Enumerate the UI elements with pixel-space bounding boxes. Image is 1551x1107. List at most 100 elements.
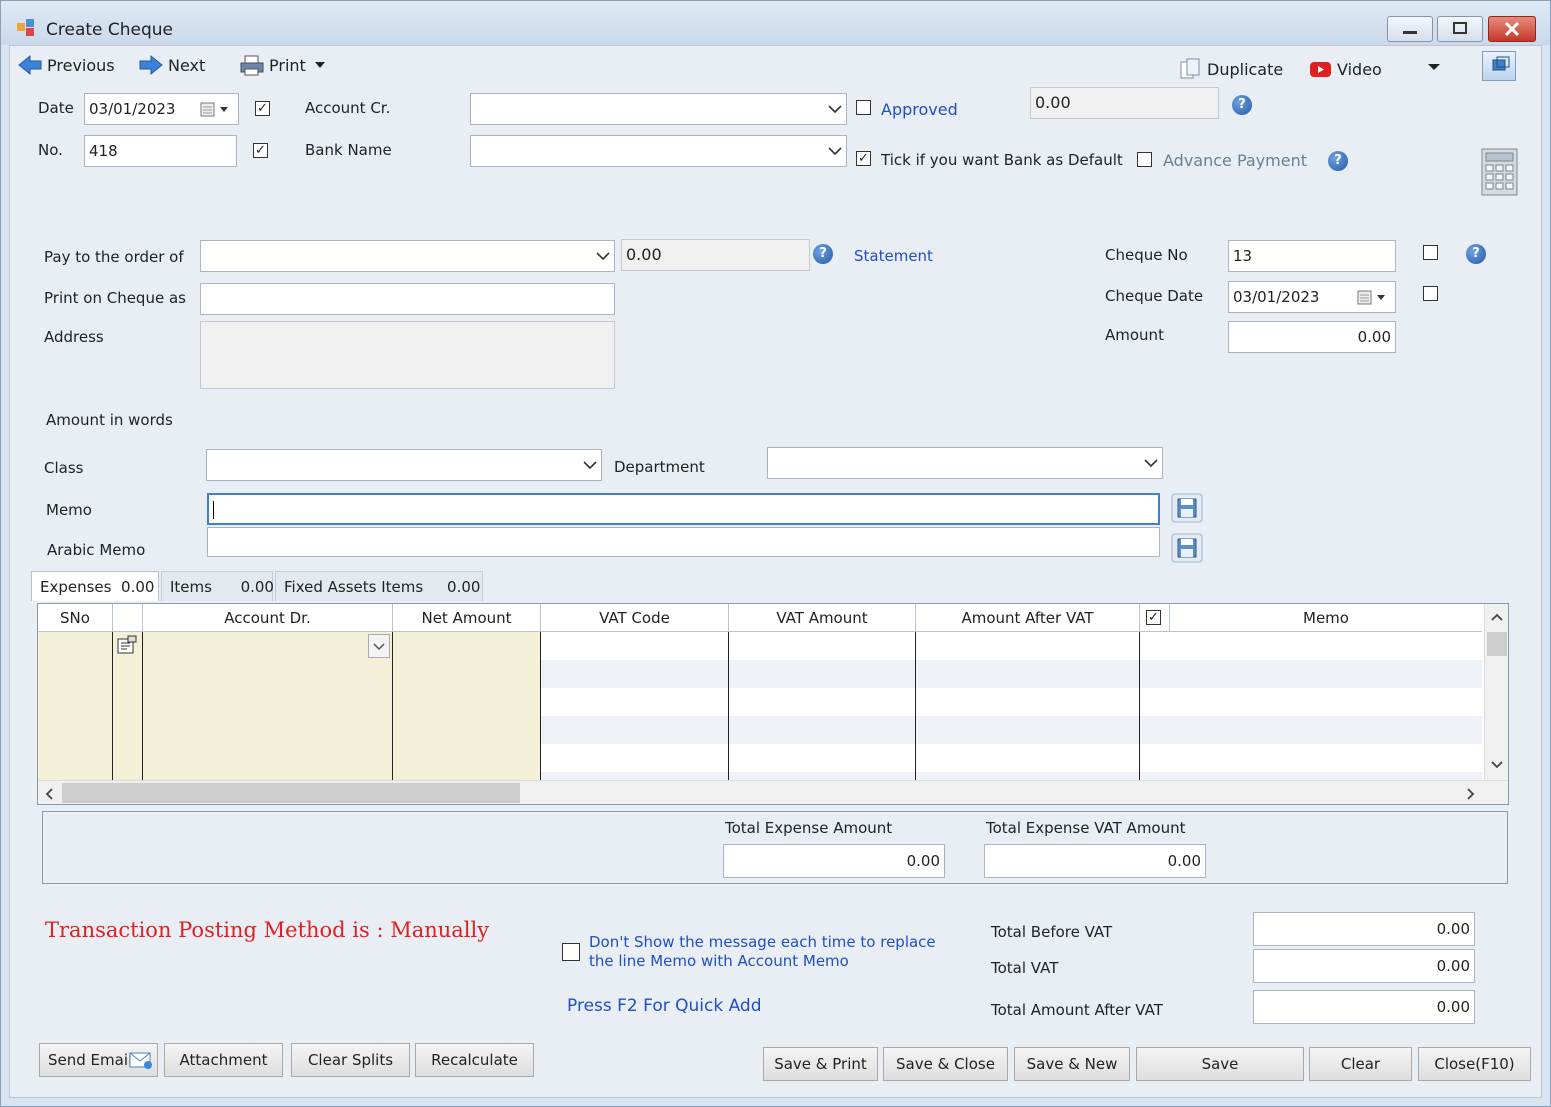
- scroll-up-icon[interactable]: [1490, 612, 1504, 622]
- save-arabic-memo-icon[interactable]: [1171, 533, 1203, 563]
- save-print-button[interactable]: Save & Print: [763, 1047, 878, 1081]
- payee-balance-value: 0.00: [626, 245, 662, 264]
- clear-button[interactable]: Clear: [1309, 1047, 1412, 1081]
- cheque-no-checkbox[interactable]: [1423, 245, 1438, 260]
- bank-default-checkbox[interactable]: ✓: [856, 151, 871, 166]
- save-memo-icon[interactable]: [1171, 493, 1203, 523]
- tab-expenses[interactable]: Expenses 0.00: [31, 571, 159, 601]
- calculator-icon[interactable]: [1481, 148, 1519, 196]
- scroll-down-icon[interactable]: [1490, 760, 1504, 770]
- video-button[interactable]: Video: [1309, 55, 1382, 83]
- col-header-sno[interactable]: SNo: [38, 604, 113, 632]
- address-textarea[interactable]: [200, 321, 615, 389]
- cheque-amount-input[interactable]: 0.00: [1228, 321, 1396, 353]
- select-all-checkbox[interactable]: ✓: [1146, 610, 1161, 625]
- col-header-amount-after-vat[interactable]: Amount After VAT: [916, 604, 1140, 632]
- date-checkbox[interactable]: ✓: [255, 101, 270, 116]
- window-title: Create Cheque: [46, 20, 174, 40]
- recalculate-button[interactable]: Recalculate: [415, 1043, 534, 1077]
- save-new-button[interactable]: Save & New: [1014, 1047, 1130, 1081]
- minimize-button[interactable]: [1387, 16, 1433, 42]
- total-before-vat-field: 0.00: [1253, 912, 1475, 946]
- col-header-memo[interactable]: Memo: [1170, 604, 1482, 632]
- col-vat-code[interactable]: [541, 632, 729, 780]
- bank-name-combobox[interactable]: [470, 135, 847, 167]
- close-button[interactable]: Close(F10): [1418, 1047, 1531, 1081]
- tab-items[interactable]: Items 0.00: [161, 571, 274, 601]
- col-header-select-all[interactable]: ✓: [1140, 604, 1170, 632]
- dont-show-message-label[interactable]: Don't Show the message each time to repl…: [589, 933, 954, 971]
- approved-label[interactable]: Approved: [881, 100, 958, 119]
- account-dr-dropdown[interactable]: [368, 634, 390, 658]
- attachment-button[interactable]: Attachment: [164, 1043, 283, 1077]
- tab-fixed-assets[interactable]: Fixed Assets Items 0.00: [275, 571, 483, 601]
- number-checkbox[interactable]: ✓: [253, 143, 268, 158]
- window-layout-button[interactable]: [1482, 51, 1516, 81]
- approved-help-icon[interactable]: ?: [1232, 95, 1252, 115]
- previous-button[interactable]: Previous: [17, 51, 115, 79]
- chevron-down-icon: [828, 147, 842, 156]
- total-vat-value: 0.00: [1436, 957, 1470, 975]
- chevron-down-icon: [1144, 459, 1158, 468]
- scroll-right-icon[interactable]: [1466, 787, 1476, 801]
- save-button[interactable]: Save: [1136, 1047, 1304, 1081]
- duplicate-button[interactable]: Duplicate: [1179, 55, 1283, 83]
- col-header-vat-amount[interactable]: VAT Amount: [729, 604, 916, 632]
- col-header-vat-code[interactable]: VAT Code: [541, 604, 729, 632]
- close-window-button[interactable]: [1488, 16, 1536, 42]
- horizontal-scroll-thumb[interactable]: [62, 783, 520, 803]
- cheque-date-checkbox[interactable]: [1423, 286, 1438, 301]
- dont-show-message-checkbox[interactable]: [562, 943, 580, 961]
- payee-balance-field: 0.00: [621, 239, 810, 271]
- account-cr-combobox[interactable]: [470, 93, 847, 125]
- col-header-account-dr[interactable]: Account Dr.: [143, 604, 393, 632]
- vertical-scroll-thumb[interactable]: [1487, 632, 1507, 656]
- calendar-dropdown-icon: [200, 102, 228, 117]
- advance-payment-help-icon[interactable]: ?: [1328, 151, 1348, 171]
- memo-label: Memo: [46, 501, 92, 519]
- print-label: Print: [269, 55, 306, 75]
- save-close-button[interactable]: Save & Close: [883, 1047, 1008, 1081]
- department-combobox[interactable]: [767, 447, 1163, 479]
- row-edit-icon[interactable]: [116, 634, 140, 656]
- advance-payment-checkbox[interactable]: [1137, 152, 1152, 167]
- cheque-help-icon[interactable]: ?: [1466, 244, 1486, 264]
- print-on-cheque-input[interactable]: [200, 283, 615, 315]
- date-picker[interactable]: 03/01/2023: [84, 93, 239, 125]
- statement-link[interactable]: Statement: [854, 247, 933, 265]
- clear-splits-button[interactable]: Clear Splits: [291, 1043, 410, 1077]
- approved-checkbox[interactable]: [856, 100, 871, 115]
- cheque-no-value: 13: [1233, 247, 1253, 265]
- vertical-scrollbar[interactable]: [1484, 604, 1508, 780]
- memo-input[interactable]: [207, 493, 1160, 525]
- col-header-net-amount[interactable]: Net Amount: [393, 604, 541, 632]
- total-before-vat-label: Total Before VAT: [991, 923, 1113, 941]
- col-icon: [113, 632, 143, 780]
- next-button[interactable]: Next: [138, 51, 205, 79]
- scroll-left-icon[interactable]: [44, 787, 54, 801]
- cheque-date-picker[interactable]: 03/01/2023: [1228, 281, 1396, 313]
- horizontal-scrollbar[interactable]: [38, 780, 1508, 804]
- maximize-button[interactable]: [1437, 16, 1483, 42]
- arrow-left-icon: [18, 54, 42, 76]
- number-input[interactable]: 418: [84, 135, 237, 167]
- payee-help-icon[interactable]: ?: [813, 244, 833, 264]
- col-account-dr[interactable]: [143, 632, 393, 780]
- pay-to-combobox[interactable]: [200, 240, 615, 272]
- cheque-no-input[interactable]: 13: [1228, 240, 1396, 272]
- col-net-amount[interactable]: [393, 632, 541, 780]
- class-combobox[interactable]: [206, 449, 602, 481]
- number-value: 418: [89, 142, 118, 160]
- print-button[interactable]: Print: [239, 51, 330, 79]
- total-expense-label: Total Expense Amount: [725, 819, 893, 837]
- col-amount-after-vat[interactable]: [916, 632, 1140, 780]
- previous-label: Previous: [47, 55, 115, 75]
- col-vat-amount[interactable]: [729, 632, 916, 780]
- department-label: Department: [614, 458, 705, 476]
- approved-amount-value: 0.00: [1035, 93, 1071, 112]
- send-email-button[interactable]: Send Email: [39, 1043, 158, 1077]
- more-options-icon[interactable]: [1425, 61, 1443, 73]
- arabic-memo-input[interactable]: [207, 527, 1160, 557]
- expenses-grid[interactable]: SNo Account Dr. Net Amount VAT Code VAT …: [37, 603, 1509, 805]
- total-after-vat-label: Total Amount After VAT: [991, 1001, 1163, 1019]
